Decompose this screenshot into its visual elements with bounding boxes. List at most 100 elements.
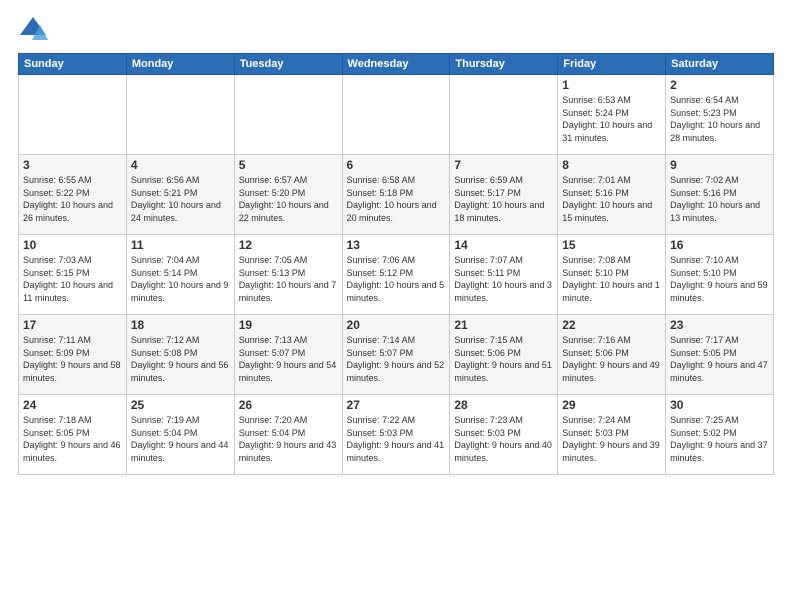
day-info: Sunrise: 7:19 AM Sunset: 5:04 PM Dayligh… — [131, 414, 230, 464]
calendar-cell: 7 Sunrise: 6:59 AM Sunset: 5:17 PM Daylig… — [450, 155, 558, 235]
day-number: 8 — [562, 158, 661, 172]
day-info: Sunrise: 7:11 AM Sunset: 5:09 PM Dayligh… — [23, 334, 122, 384]
calendar-cell: 24 Sunrise: 7:18 AM Sunset: 5:05 PM Dayli… — [19, 395, 127, 475]
logo — [18, 15, 52, 45]
calendar-cell: 30 Sunrise: 7:25 AM Sunset: 5:02 PM Dayli… — [666, 395, 774, 475]
calendar-cell: 19Sunrise: 7:13 AM Sunset: 5:07 PM Dayli… — [234, 315, 342, 395]
day-number: 17 — [23, 318, 122, 332]
calendar-cell: 1 Sunrise: 6:53 AM Sunset: 5:24 PM Daylig… — [558, 75, 666, 155]
weekday-header-sunday: Sunday — [19, 54, 127, 75]
day-info: Sunrise: 7:20 AM Sunset: 5:04 PM Dayligh… — [239, 414, 338, 464]
weekday-header-wednesday: Wednesday — [342, 54, 450, 75]
day-number: 18 — [131, 318, 230, 332]
calendar-cell: 6 Sunrise: 6:58 AM Sunset: 5:18 PM Daylig… — [342, 155, 450, 235]
day-number: 30 — [670, 398, 769, 412]
calendar-cell: 15 Sunrise: 7:08 AM Sunset: 5:10 PM Dayli… — [558, 235, 666, 315]
calendar-cell: 8 Sunrise: 7:01 AM Sunset: 5:16 PM Daylig… — [558, 155, 666, 235]
day-info: Sunrise: 6:59 AM Sunset: 5:17 PM Dayligh… — [454, 174, 553, 224]
weekday-header-row: SundayMondayTuesdayWednesdayThursdayFrid… — [19, 54, 774, 75]
day-number: 12 — [239, 238, 338, 252]
week-row-5: 24 Sunrise: 7:18 AM Sunset: 5:05 PM Dayli… — [19, 395, 774, 475]
day-info: Sunrise: 7:15 AM Sunset: 5:06 PM Dayligh… — [454, 334, 553, 384]
day-number: 5 — [239, 158, 338, 172]
week-row-4: 17 Sunrise: 7:11 AM Sunset: 5:09 PM Dayli… — [19, 315, 774, 395]
weekday-header-saturday: Saturday — [666, 54, 774, 75]
day-info: Sunrise: 6:53 AM Sunset: 5:24 PM Dayligh… — [562, 94, 661, 144]
calendar: SundayMondayTuesdayWednesdayThursdayFrid… — [18, 53, 774, 475]
day-number: 3 — [23, 158, 122, 172]
day-number: 16 — [670, 238, 769, 252]
day-number: 29 — [562, 398, 661, 412]
calendar-cell — [126, 75, 234, 155]
weekday-header-tuesday: Tuesday — [234, 54, 342, 75]
calendar-cell: 5Sunrise: 6:57 AM Sunset: 5:20 PM Daylig… — [234, 155, 342, 235]
day-number: 23 — [670, 318, 769, 332]
day-info: Sunrise: 7:23 AM Sunset: 5:03 PM Dayligh… — [454, 414, 553, 464]
day-info: Sunrise: 7:04 AM Sunset: 5:14 PM Dayligh… — [131, 254, 230, 304]
day-info: Sunrise: 6:54 AM Sunset: 5:23 PM Dayligh… — [670, 94, 769, 144]
day-number: 19 — [239, 318, 338, 332]
calendar-cell: 14Sunrise: 7:07 AM Sunset: 5:11 PM Dayli… — [450, 235, 558, 315]
calendar-cell: 10 Sunrise: 7:03 AM Sunset: 5:15 PM Dayli… — [19, 235, 127, 315]
day-info: Sunrise: 7:16 AM Sunset: 5:06 PM Dayligh… — [562, 334, 661, 384]
day-info: Sunrise: 7:14 AM Sunset: 5:07 PM Dayligh… — [347, 334, 446, 384]
day-info: Sunrise: 7:01 AM Sunset: 5:16 PM Dayligh… — [562, 174, 661, 224]
calendar-cell: 22Sunrise: 7:16 AM Sunset: 5:06 PM Dayli… — [558, 315, 666, 395]
day-number: 20 — [347, 318, 446, 332]
calendar-cell: 2 Sunrise: 6:54 AM Sunset: 5:23 PM Daylig… — [666, 75, 774, 155]
calendar-cell: 20 Sunrise: 7:14 AM Sunset: 5:07 PM Dayli… — [342, 315, 450, 395]
day-number: 25 — [131, 398, 230, 412]
day-number: 10 — [23, 238, 122, 252]
calendar-cell: 25 Sunrise: 7:19 AM Sunset: 5:04 PM Dayli… — [126, 395, 234, 475]
calendar-cell — [234, 75, 342, 155]
day-info: Sunrise: 6:56 AM Sunset: 5:21 PM Dayligh… — [131, 174, 230, 224]
calendar-cell: 28 Sunrise: 7:23 AM Sunset: 5:03 PM Dayli… — [450, 395, 558, 475]
day-number: 13 — [347, 238, 446, 252]
calendar-cell: 3Sunrise: 6:55 AM Sunset: 5:22 PM Daylig… — [19, 155, 127, 235]
day-info: Sunrise: 7:02 AM Sunset: 5:16 PM Dayligh… — [670, 174, 769, 224]
day-number: 2 — [670, 78, 769, 92]
day-info: Sunrise: 7:18 AM Sunset: 5:05 PM Dayligh… — [23, 414, 122, 464]
calendar-cell: 11Sunrise: 7:04 AM Sunset: 5:14 PM Dayli… — [126, 235, 234, 315]
day-info: Sunrise: 7:22 AM Sunset: 5:03 PM Dayligh… — [347, 414, 446, 464]
day-number: 7 — [454, 158, 553, 172]
day-number: 24 — [23, 398, 122, 412]
day-number: 14 — [454, 238, 553, 252]
day-info: Sunrise: 7:10 AM Sunset: 5:10 PM Dayligh… — [670, 254, 769, 304]
day-number: 6 — [347, 158, 446, 172]
page: SundayMondayTuesdayWednesdayThursdayFrid… — [0, 0, 792, 612]
weekday-header-thursday: Thursday — [450, 54, 558, 75]
day-info: Sunrise: 7:03 AM Sunset: 5:15 PM Dayligh… — [23, 254, 122, 304]
day-number: 1 — [562, 78, 661, 92]
day-info: Sunrise: 7:12 AM Sunset: 5:08 PM Dayligh… — [131, 334, 230, 384]
day-info: Sunrise: 7:05 AM Sunset: 5:13 PM Dayligh… — [239, 254, 338, 304]
logo-icon — [18, 15, 48, 45]
header — [18, 15, 774, 45]
calendar-cell: 12 Sunrise: 7:05 AM Sunset: 5:13 PM Dayli… — [234, 235, 342, 315]
day-number: 28 — [454, 398, 553, 412]
calendar-cell: 21 Sunrise: 7:15 AM Sunset: 5:06 PM Dayli… — [450, 315, 558, 395]
weekday-header-monday: Monday — [126, 54, 234, 75]
day-info: Sunrise: 7:25 AM Sunset: 5:02 PM Dayligh… — [670, 414, 769, 464]
day-number: 27 — [347, 398, 446, 412]
calendar-cell: 16 Sunrise: 7:10 AM Sunset: 5:10 PM Dayli… — [666, 235, 774, 315]
day-info: Sunrise: 7:24 AM Sunset: 5:03 PM Dayligh… — [562, 414, 661, 464]
weekday-header-friday: Friday — [558, 54, 666, 75]
calendar-cell — [450, 75, 558, 155]
day-info: Sunrise: 7:06 AM Sunset: 5:12 PM Dayligh… — [347, 254, 446, 304]
day-number: 4 — [131, 158, 230, 172]
day-info: Sunrise: 7:17 AM Sunset: 5:05 PM Dayligh… — [670, 334, 769, 384]
calendar-cell: 4 Sunrise: 6:56 AM Sunset: 5:21 PM Daylig… — [126, 155, 234, 235]
day-number: 9 — [670, 158, 769, 172]
calendar-cell — [342, 75, 450, 155]
day-number: 15 — [562, 238, 661, 252]
day-info: Sunrise: 6:58 AM Sunset: 5:18 PM Dayligh… — [347, 174, 446, 224]
calendar-cell: 23 Sunrise: 7:17 AM Sunset: 5:05 PM Dayli… — [666, 315, 774, 395]
calendar-cell: 17 Sunrise: 7:11 AM Sunset: 5:09 PM Dayli… — [19, 315, 127, 395]
calendar-cell: 18 Sunrise: 7:12 AM Sunset: 5:08 PM Dayli… — [126, 315, 234, 395]
calendar-cell: 29 Sunrise: 7:24 AM Sunset: 5:03 PM Dayli… — [558, 395, 666, 475]
day-number: 21 — [454, 318, 553, 332]
calendar-cell — [19, 75, 127, 155]
day-info: Sunrise: 7:08 AM Sunset: 5:10 PM Dayligh… — [562, 254, 661, 304]
day-number: 26 — [239, 398, 338, 412]
